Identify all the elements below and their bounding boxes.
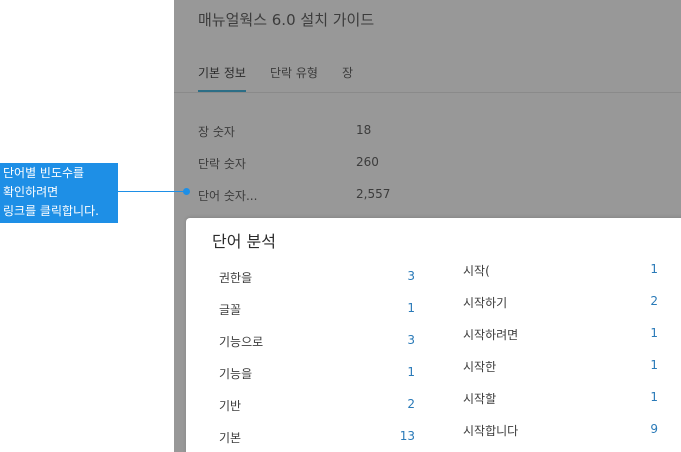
list-item: 시작하려면 1 [463,326,658,342]
word-label: 시작하기 [463,296,508,310]
instruction-callout: 단어별 빈도수를 확인하려면 링크를 클릭합니다. [0,163,118,223]
word-label: 시작합니다 [463,424,519,438]
list-item: 글꼴 1 [219,301,415,317]
callout-connector-line [118,191,184,192]
word-label: 시작하려면 [463,328,519,342]
stat-value: 18 [356,123,372,137]
word-count-link[interactable]: 단어 숫자... [198,187,257,204]
list-item: 시작( 1 [463,262,658,278]
word-count[interactable]: 2 [650,294,658,308]
stat-label: 단락 숫자 [198,157,246,171]
word-count[interactable]: 3 [407,269,415,283]
word-count[interactable]: 1 [650,326,658,340]
popup-title: 단어 분석 [212,232,276,251]
list-item: 권한을 3 [219,269,415,285]
word-analysis-popup: 단어 분석 권한을 3 글꼴 1 기능으로 3 기능을 1 기반 2 기본 13… [186,218,681,452]
word-label: 글꼴 [219,303,242,317]
stat-value: 260 [356,155,379,169]
list-item: 시작합니다 9 [463,422,658,438]
list-item: 기능으로 3 [219,333,415,349]
word-count[interactable]: 3 [407,333,415,347]
word-count[interactable]: 1 [650,390,658,404]
tab-basic-info[interactable]: 기본 정보 [198,64,246,92]
screen: 매뉴얼웍스 6.0 설치 가이드 기본 정보 단락 유형 장 장 숫자 18 단… [0,0,681,452]
stat-value: 2,557 [356,187,391,201]
stat-label: 장 숫자 [198,125,235,139]
callout-text: 단어별 빈도수를 [3,166,85,180]
word-count[interactable]: 1 [650,358,658,372]
callout-pointer-dot [183,188,190,195]
word-count[interactable]: 1 [407,301,415,315]
word-label: 기능을 [219,367,253,381]
list-item: 기본 13 [219,429,415,445]
document-title: 매뉴얼웍스 6.0 설치 가이드 [198,11,375,29]
word-label: 시작할 [463,392,497,406]
word-label: 기본 [219,431,242,445]
word-label: 권한을 [219,271,253,285]
list-item: 시작한 1 [463,358,658,374]
word-count[interactable]: 1 [650,262,658,276]
word-count[interactable]: 2 [407,397,415,411]
tab-divider [174,92,681,93]
tab-chapters[interactable]: 장 [342,64,353,92]
list-item: 기능을 1 [219,365,415,381]
list-item: 시작하기 2 [463,294,658,310]
list-item: 시작할 1 [463,390,658,406]
callout-text: 링크를 클릭합니다. [3,204,99,218]
word-label: 기반 [219,399,242,413]
word-label: 기능으로 [219,335,264,349]
tab-bar: 기본 정보 단락 유형 장 [198,64,353,92]
callout-text: 확인하려면 [3,185,59,199]
word-label: 시작( [463,264,490,278]
tab-paragraph-types[interactable]: 단락 유형 [270,64,318,92]
list-item: 기반 2 [219,397,415,413]
word-count[interactable]: 9 [650,422,658,436]
word-count[interactable]: 1 [407,365,415,379]
word-count[interactable]: 13 [400,429,415,443]
word-label: 시작한 [463,360,497,374]
